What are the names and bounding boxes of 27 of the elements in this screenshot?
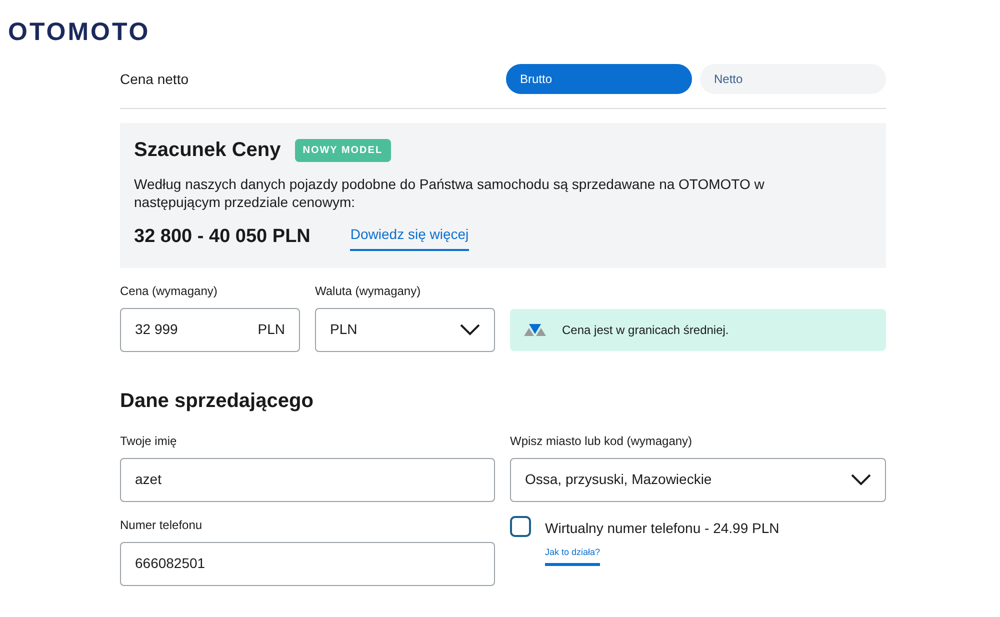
phone-label: Numer telefonu <box>120 516 204 534</box>
chevron-down-icon <box>851 474 871 486</box>
price-type-tab[interactable]: Brutto <box>506 64 692 94</box>
chevron-down-icon <box>460 324 480 336</box>
price-indicator-icon <box>524 324 546 336</box>
price-field[interactable]: 32 999 PLN <box>120 308 300 352</box>
price-info-text: Cena jest w granicach średniej. <box>562 322 729 338</box>
name-label: Twoje imię <box>120 432 178 450</box>
city-label: Wpisz miasto lub kod (wymagany) <box>510 432 694 450</box>
how-it-works-link[interactable]: Jak to działa? <box>545 546 600 566</box>
currency-select[interactable]: PLN <box>315 308 495 352</box>
phone-field[interactable]: 666082501 <box>120 542 495 586</box>
price-type-tab[interactable]: Netto <box>700 64 886 94</box>
price-range: 32 800 - 40 050 PLN <box>134 225 310 249</box>
new-model-badge: NOWY MODEL <box>294 138 391 162</box>
price-label: Cena (wymagany) <box>120 282 218 300</box>
name-field[interactable]: azet <box>120 458 495 502</box>
seller-title: Dane sprzedającego <box>120 388 314 414</box>
estimate-description: Według naszych danych pojazdy podobne do Państwa samochodu są sprzedawane na OTOMOTO w następującym przedziale cenowym: <box>134 175 766 211</box>
virtual-number-checkbox[interactable] <box>510 516 531 536</box>
price-type-label: Cena netto <box>120 70 188 88</box>
logo[interactable]: OTOMOTO <box>8 14 150 52</box>
learn-more-link[interactable]: Dowiedz się więcej <box>350 224 469 251</box>
currency-label: Waluta (wymagany) <box>315 282 422 300</box>
virtual-number-label: Wirtualny numer telefonu - 24.99 PLN <box>545 518 780 538</box>
city-select[interactable]: Ossa, przysuski, Mazowieckie <box>510 458 886 502</box>
estimate-title: Szacunek Ceny <box>134 138 281 163</box>
